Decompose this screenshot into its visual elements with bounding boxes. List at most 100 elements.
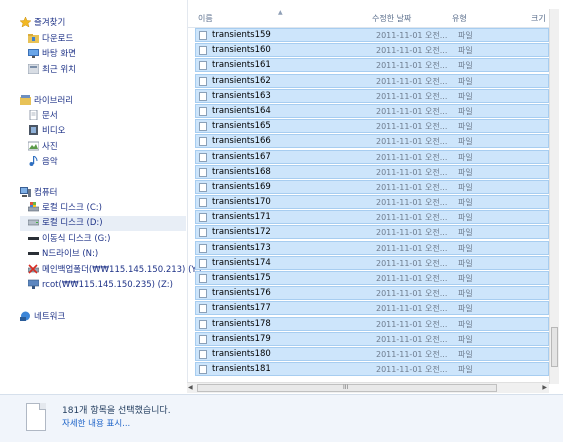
vertical-scroll-thumb[interactable]	[551, 327, 558, 367]
file-type: 파일	[458, 198, 473, 208]
nav-item-recent-places[interactable]: 최근 위치	[27, 63, 76, 78]
file-row[interactable]: transients169 2011-11-01 오전... 파일	[195, 179, 549, 194]
file-date-modified: 2011-11-01 오전...	[376, 243, 448, 253]
nav-item-music[interactable]: 음악	[28, 155, 58, 170]
file-row[interactable]: transients161 2011-11-01 오전... 파일	[195, 58, 549, 73]
file-row[interactable]: transients167 2011-11-01 오전... 파일	[195, 149, 549, 164]
file-date-modified: 2011-11-01 오전...	[376, 182, 448, 192]
picture-icon	[27, 141, 40, 151]
selection-count: 181개 항목을 선택했습니다.	[62, 406, 171, 416]
file-type: 파일	[458, 258, 473, 268]
file-type: 파일	[458, 334, 473, 344]
nav-item-drive-c[interactable]: 로컬 디스크 (C:)	[27, 201, 102, 216]
desktop-icon	[28, 48, 39, 58]
file-name: transients176	[212, 288, 271, 299]
file-date-modified: 2011-11-01 오전...	[376, 349, 448, 359]
file-type: 파일	[458, 274, 473, 283]
file-icon	[199, 289, 207, 299]
nav-libraries-header[interactable]: 라이브러리	[20, 94, 73, 109]
file-name: transients173	[212, 242, 271, 253]
downloads-folder-icon	[28, 33, 39, 43]
nav-item-downloads[interactable]: 다운로드	[28, 32, 73, 47]
file-date-modified: 2011-11-01 오전...	[376, 61, 448, 71]
sort-ascending-icon: ▲	[278, 9, 283, 16]
show-more-details-link[interactable]: 자세한 내용 표시...	[62, 417, 130, 429]
nav-item-pictures[interactable]: 사진	[27, 140, 58, 155]
file-date-modified: 2011-11-01 오전...	[376, 228, 448, 238]
network-drive-icon	[28, 248, 39, 258]
file-row[interactable]: transients176 2011-11-01 오전... 파일	[195, 286, 549, 301]
file-type: 파일	[458, 289, 473, 299]
file-row[interactable]: transients170 2011-11-01 오전... 파일	[195, 195, 549, 210]
file-row[interactable]: transients171 2011-11-01 오전... 파일	[195, 210, 549, 225]
file-row[interactable]: transients175 2011-11-01 오전... 파일	[195, 271, 549, 285]
scroll-right-arrow-icon[interactable]: ▶	[542, 384, 547, 391]
file-row[interactable]: transients178 2011-11-01 오전... 파일	[195, 316, 549, 331]
file-name: transients165	[212, 121, 271, 132]
file-name: transients164	[212, 105, 271, 116]
computer-icon	[20, 186, 31, 197]
file-type: 파일	[458, 46, 473, 56]
disconnected-network-drive-icon	[27, 263, 40, 274]
file-type: 파일	[458, 349, 473, 359]
column-header-bar: ▲ 이름 수정한 날짜 유형 크기	[188, 9, 550, 28]
music-note-icon	[28, 155, 39, 166]
file-row[interactable]: transients181 2011-11-01 오전... 파일	[195, 362, 549, 377]
file-row[interactable]: transients168 2011-11-01 오전... 파일	[195, 164, 549, 179]
file-row[interactable]: transients163 2011-11-01 오전... 파일	[195, 88, 549, 103]
column-date-modified[interactable]: 수정한 날짜	[372, 13, 411, 24]
file-type: 파일	[458, 319, 473, 329]
column-type[interactable]: 유형	[452, 13, 467, 24]
file-name: transients161	[212, 60, 271, 71]
file-name: transients160	[212, 45, 271, 56]
nav-item-drive-y[interactable]: 메인백업폴더(₩₩115.145.150.213) (Y:)	[27, 263, 202, 278]
file-name: transients178	[212, 318, 271, 329]
file-row[interactable]: transients160 2011-11-01 오전... 파일	[195, 43, 549, 58]
file-date-modified: 2011-11-01 오전...	[376, 319, 448, 329]
nav-item-videos[interactable]: 비디오	[28, 124, 65, 139]
file-date-modified: 2011-11-01 오전...	[376, 167, 448, 177]
file-row[interactable]: transients174 2011-11-01 오전... 파일	[195, 255, 549, 270]
file-icon	[199, 274, 207, 283]
file-row[interactable]: transients165 2011-11-01 오전... 파일	[195, 119, 549, 134]
file-row[interactable]: transients180 2011-11-01 오전... 파일	[195, 346, 549, 361]
file-date-modified: 2011-11-01 오전...	[376, 289, 448, 299]
nav-item-drive-g[interactable]: 이동식 디스크 (G:)	[28, 232, 110, 247]
column-size[interactable]: 크기	[531, 13, 546, 24]
file-date-modified: 2011-11-01 오전...	[376, 258, 448, 268]
nav-item-documents[interactable]: 문서	[28, 109, 58, 124]
file-icon	[199, 258, 207, 268]
file-row[interactable]: transients173 2011-11-01 오전... 파일	[195, 240, 549, 255]
file-icon	[199, 213, 207, 223]
nav-favorites-header[interactable]: 즐겨찾기	[19, 15, 65, 31]
nav-item-drive-z[interactable]: rcot(₩₩115.145.150.235) (Z:)	[27, 278, 173, 293]
horizontal-scrollbar[interactable]: ◀ III ▶	[187, 382, 549, 393]
file-icon	[199, 167, 207, 177]
file-name: transients170	[212, 197, 271, 208]
nav-item-desktop[interactable]: 바탕 화면	[28, 47, 76, 62]
nav-item-drive-n[interactable]: N드라이브 (N:)	[28, 247, 98, 262]
horizontal-scroll-thumb[interactable]: III	[197, 384, 497, 392]
nav-computer-header[interactable]: 컴퓨터	[20, 186, 57, 201]
column-name[interactable]: 이름	[198, 13, 213, 24]
vertical-scrollbar[interactable]	[549, 9, 559, 384]
file-row[interactable]: transients166 2011-11-01 오전... 파일	[195, 134, 549, 149]
file-type: 파일	[458, 122, 473, 132]
file-row[interactable]: transients162 2011-11-01 오전... 파일	[195, 73, 549, 88]
file-date-modified: 2011-11-01 오전...	[376, 31, 448, 40]
file-name: transients166	[212, 136, 271, 147]
file-row[interactable]: transients179 2011-11-01 오전... 파일	[195, 331, 549, 346]
file-row[interactable]: transients172 2011-11-01 오전... 파일	[195, 225, 549, 240]
file-row[interactable]: transients164 2011-11-01 오전... 파일	[195, 103, 549, 118]
file-type: 파일	[458, 61, 473, 71]
file-date-modified: 2011-11-01 오전...	[376, 213, 448, 223]
multiple-files-icon	[26, 403, 46, 431]
nav-network-header[interactable]: 네트워크	[20, 310, 65, 325]
scroll-left-arrow-icon[interactable]: ◀	[188, 384, 193, 391]
nav-item-drive-d[interactable]: 로컬 디스크 (D:)	[20, 216, 186, 231]
file-row[interactable]: transients159 2011-11-01 오전... 파일	[195, 28, 549, 42]
file-type: 파일	[458, 106, 473, 116]
file-date-modified: 2011-11-01 오전...	[376, 365, 448, 375]
file-row[interactable]: transients177 2011-11-01 오전... 파일	[195, 301, 549, 316]
file-name: transients181	[212, 364, 271, 375]
